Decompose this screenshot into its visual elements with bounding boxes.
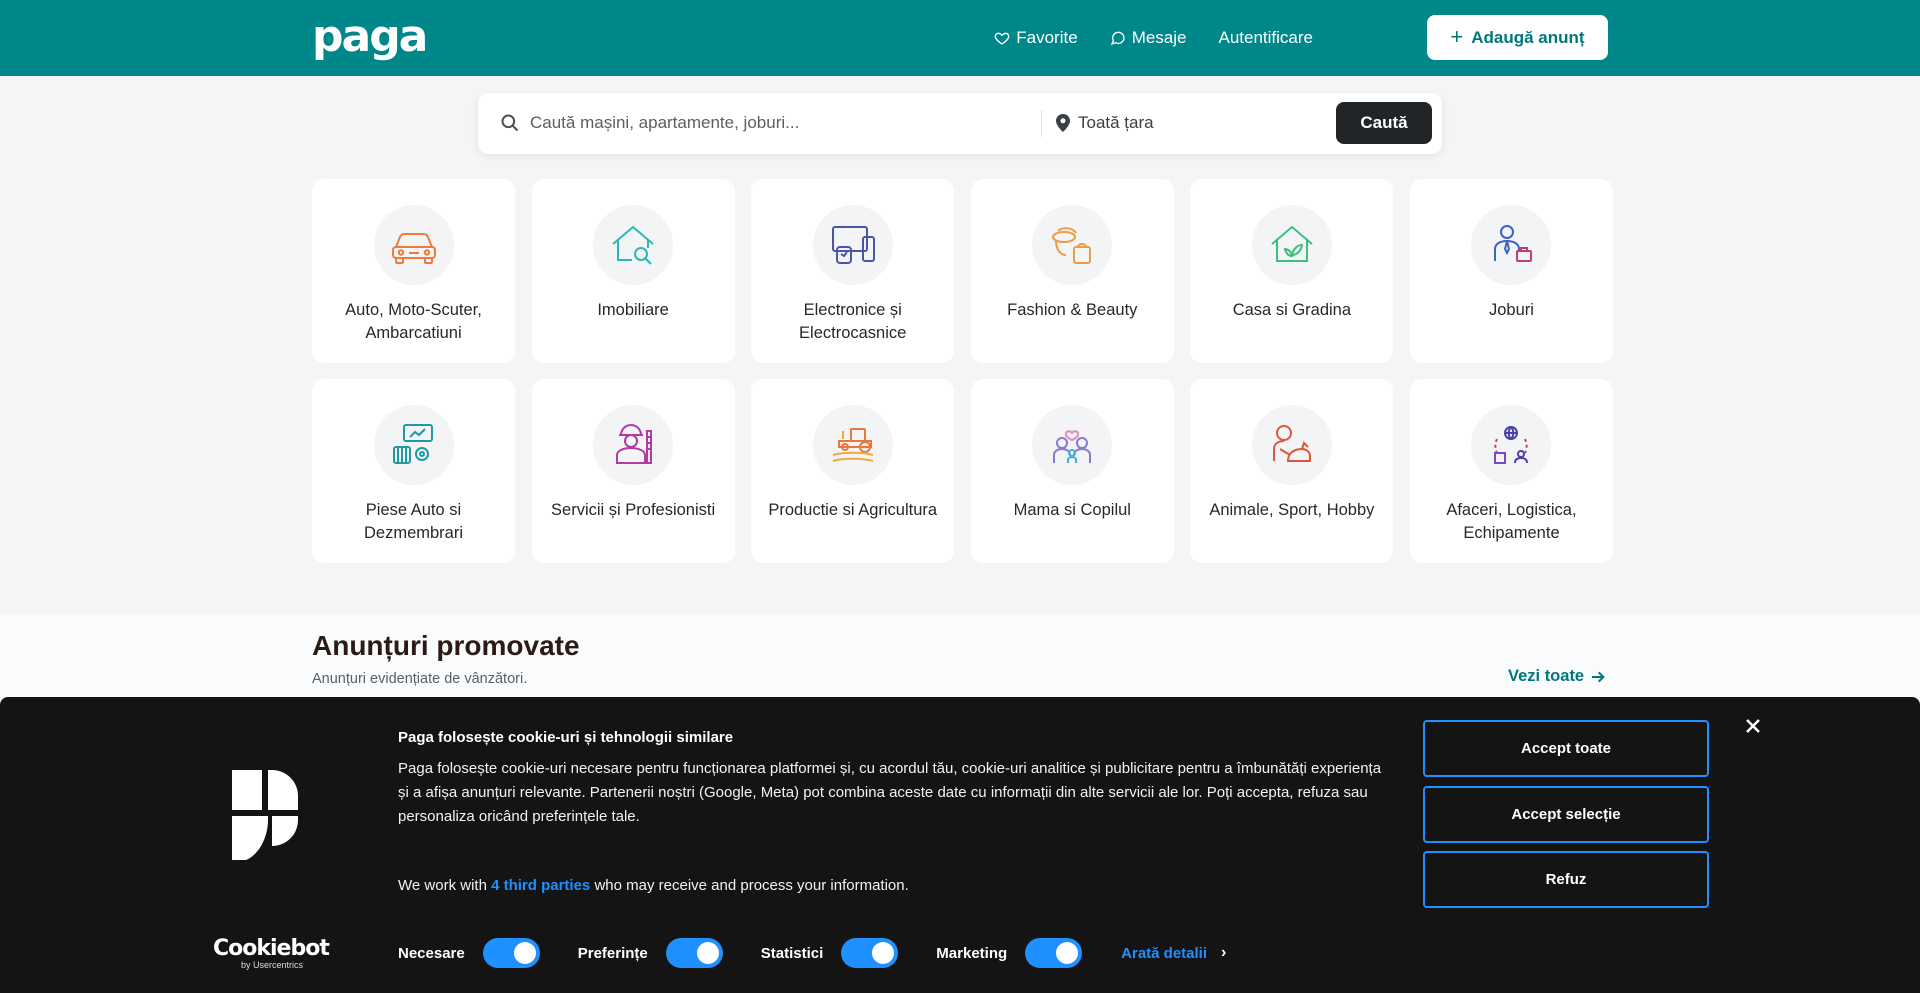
see-all-link[interactable]: Vezi toate <box>1508 667 1606 686</box>
toggle-necessary: Necesare <box>398 938 540 968</box>
cookie-title: Paga folosește cookie-uri și tehnologii … <box>398 729 734 746</box>
toggle-label: Preferințe <box>577 944 648 962</box>
preferences-switch[interactable] <box>665 938 723 968</box>
tractor-icon <box>812 405 893 485</box>
search-icon <box>501 114 519 132</box>
necessary-switch[interactable] <box>482 938 540 968</box>
third-parties-text: We work with 4 third parties who may rec… <box>398 877 909 894</box>
category-services[interactable]: Servicii și Profesionisti <box>531 379 735 563</box>
car-icon <box>373 205 454 285</box>
house-leaf-icon <box>1251 205 1332 285</box>
refuse-button[interactable]: Refuz <box>1423 851 1709 908</box>
location-pin-icon <box>1056 114 1070 132</box>
category-mother-child[interactable]: Mama si Copilul <box>970 379 1174 563</box>
category-label: Fashion & Beauty <box>1007 301 1138 319</box>
third-parties-link[interactable]: 4 third parties <box>491 877 590 894</box>
category-label: Afaceri, Logistica, Echipamente <box>1446 501 1577 542</box>
fashion-icon <box>1032 205 1113 285</box>
builder-icon <box>593 405 674 485</box>
search-button[interactable]: Caută <box>1336 102 1432 144</box>
accept-all-button[interactable]: Accept toate <box>1423 720 1709 777</box>
switch-knob <box>872 942 895 964</box>
cookiebot-brand-sub: by Usercentrics <box>241 960 304 970</box>
marketing-switch[interactable] <box>1025 938 1083 968</box>
category-agriculture[interactable]: Productie si Agricultura <box>751 379 955 563</box>
show-details-link[interactable]: Arată detalii › <box>1121 944 1226 962</box>
search-input[interactable] <box>530 103 1030 143</box>
category-fashion[interactable]: Fashion & Beauty <box>970 179 1174 363</box>
logistics-icon <box>1471 405 1552 485</box>
category-electronics[interactable]: Electronice și Electrocasnice <box>751 179 955 363</box>
category-label: Imobiliare <box>597 301 669 319</box>
category-car-parts[interactable]: Piese Auto si Dezmembrari <box>312 379 515 563</box>
site-header: paga Favorite Mesaje Autentificare + Ada… <box>0 0 1920 76</box>
plus-icon: + <box>1450 23 1464 49</box>
toggle-marketing: Marketing <box>936 938 1083 968</box>
chat-bubble-icon <box>1110 31 1125 46</box>
login-link[interactable]: Autentificare <box>1219 28 1314 48</box>
toggle-label: Marketing <box>936 944 1008 962</box>
login-label: Autentificare <box>1218 28 1314 47</box>
category-jobs[interactable]: Joburi <box>1409 179 1613 363</box>
category-label: Mama si Copilul <box>1013 501 1131 519</box>
parties-pre: We work with <box>398 877 492 894</box>
family-icon <box>1032 405 1113 485</box>
statistics-switch[interactable] <box>841 938 899 968</box>
category-label: Servicii și Profesionisti <box>551 501 716 519</box>
category-auto[interactable]: Auto, Moto-Scuter, Ambarcatiuni <box>312 179 515 363</box>
show-details-label: Arată detalii <box>1121 944 1208 962</box>
toggle-label: Statistici <box>760 944 824 962</box>
logo-text: paga <box>312 11 428 62</box>
cookiebot-logo[interactable]: Cookiebot by Usercentrics <box>213 936 330 971</box>
favorites-label: Favorite <box>1016 28 1078 47</box>
pet-icon <box>1251 405 1332 485</box>
paga-logo[interactable]: paga <box>312 11 428 62</box>
add-listing-button[interactable]: + Adaugă anunț <box>1427 15 1608 60</box>
switch-knob <box>696 942 719 964</box>
category-grid: Auto, Moto-Scuter, Ambarcatiuni Imobilia… <box>312 179 1613 563</box>
switch-knob <box>1056 942 1079 964</box>
category-home-garden[interactable]: Casa si Gradina <box>1190 179 1394 363</box>
cookiebot-brand: Cookiebot <box>213 936 330 961</box>
paga-mark-icon <box>232 770 298 860</box>
search-bar: Toată țara Caută <box>478 93 1442 154</box>
category-animals[interactable]: Animale, Sport, Hobby <box>1190 379 1394 563</box>
messages-link[interactable]: Mesaje <box>1110 28 1187 48</box>
cookie-body: Paga folosește cookie-uri necesare pentr… <box>398 760 1382 825</box>
house-search-icon <box>593 205 674 285</box>
header-nav: Favorite Mesaje Autentificare <box>994 0 1313 76</box>
add-listing-label: Adaugă anunț <box>1471 27 1585 47</box>
category-business[interactable]: Afaceri, Logistica, Echipamente <box>1409 379 1613 563</box>
category-label: Animale, Sport, Hobby <box>1209 501 1375 519</box>
close-icon[interactable] <box>1742 715 1764 737</box>
heart-icon <box>994 32 1010 45</box>
chevron-right-icon: › <box>1221 944 1227 961</box>
worker-briefcase-icon <box>1471 205 1552 285</box>
category-label: Joburi <box>1488 301 1534 319</box>
cookie-banner: Cookiebot by Usercentrics Paga folosește… <box>0 697 1920 993</box>
search-divider <box>1041 110 1042 137</box>
toggle-preferences: Preferințe <box>578 938 723 968</box>
category-label: Productie si Agricultura <box>768 501 938 519</box>
consent-toggles: Necesare Preferințe Statistici Marketing… <box>398 938 1226 968</box>
promoted-subtitle: Anunțuri evidențiate de vânzători. <box>312 671 528 687</box>
toggle-statistics: Statistici <box>761 938 899 968</box>
arrow-right-icon <box>1592 671 1605 682</box>
toggle-label: Necesare <box>398 944 465 962</box>
category-label: Casa si Gradina <box>1232 301 1352 319</box>
devices-icon <box>812 205 893 285</box>
parties-post: who may receive and process your informa… <box>590 877 909 894</box>
switch-knob <box>513 942 536 964</box>
car-parts-icon <box>373 405 454 485</box>
favorites-link[interactable]: Favorite <box>994 28 1078 48</box>
messages-label: Mesaje <box>1131 28 1187 47</box>
promoted-title: Anunțuri promovate <box>312 630 580 661</box>
category-label: Auto, Moto-Scuter, Ambarcatiuni <box>345 301 482 342</box>
category-label: Electronice și Electrocasnice <box>799 301 907 342</box>
accept-selection-button[interactable]: Accept selecție <box>1423 786 1709 843</box>
category-label: Piese Auto si Dezmembrari <box>363 501 464 542</box>
category-real-estate[interactable]: Imobiliare <box>531 179 735 363</box>
see-all-label: Vezi toate <box>1508 667 1585 685</box>
location-select[interactable]: Toată țara <box>1078 113 1154 133</box>
